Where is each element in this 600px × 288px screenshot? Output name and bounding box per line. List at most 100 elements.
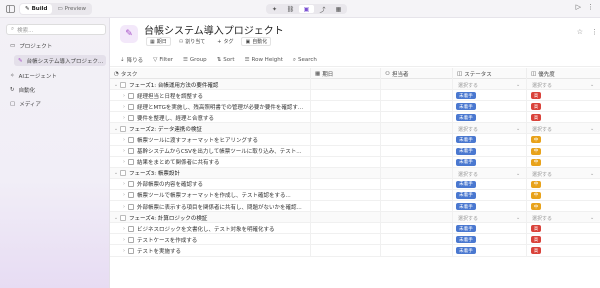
task-checkbox[interactable] [128,103,134,110]
chevron-right-icon[interactable]: › [120,237,128,243]
search-input[interactable]: 検索... [17,26,33,34]
sidebar-item-ai-agent[interactable]: ✧ AIエージェント [6,70,106,81]
task-name[interactable]: › 経理担当と日程を調整する [120,90,308,101]
due-cell[interactable] [310,201,380,213]
due-cell[interactable] [310,123,380,135]
due-cell[interactable] [310,245,380,257]
assignee-cell[interactable] [380,156,452,168]
task-name[interactable]: › 外部帳票に表示する項目を関係者に共有し、問題がないかを確認... [120,201,308,212]
column-header-due[interactable]: ▦ 期日 [310,68,380,79]
chevron-right-icon[interactable]: › [120,226,128,232]
chevron-down-icon[interactable]: ⌄ [590,126,594,132]
table-row[interactable]: › 要件を整理し、経理と合意する 未着手 高 [110,112,600,124]
preview-tab[interactable]: ▭ Preview [52,4,91,14]
table-row[interactable]: › 結果をまとめて関係者に共有する 未着手 中 [110,156,600,168]
task-checkbox[interactable] [128,181,134,188]
task-name[interactable]: › ビジネスロジックを文書化し、テスト対象を明確化する [120,223,308,234]
column-header-task[interactable]: ◔ タスク [110,68,310,79]
priority-badge[interactable]: 中 [531,158,541,166]
chevron-down-icon[interactable]: ⌄ [112,170,120,176]
task-checkbox[interactable] [128,203,134,210]
column-header-assignee[interactable]: ⚇ 担当者 [380,68,452,79]
status-badge[interactable]: 未着手 [456,92,476,100]
window-controls-icon[interactable] [6,5,15,13]
group-row[interactable]: ⌄ フェーズ1: 台帳運用方法の要件確認 選択する ⌄ 選択する ⌄ [110,79,600,91]
status-badge[interactable]: 未着手 [456,191,476,199]
priority-badge[interactable]: 高 [531,247,541,255]
priority-badge[interactable]: 高 [531,225,541,233]
assignee-cell[interactable] [380,112,452,124]
page-title[interactable]: 台帳システム導入プロジェクト [144,22,284,37]
chevron-down-icon[interactable]: ⌄ [516,215,520,221]
priority-badge[interactable]: 高 [531,114,541,122]
table-row[interactable]: › 帳票ツールに渡すフォーマットをヒアリングする 未着手 中 [110,134,600,146]
grid-icon[interactable]: ▦ [331,5,346,13]
group-button[interactable]: ☰ Group [183,57,207,63]
group-row[interactable]: ⌄ フェーズ3: 帳票設計 選択する ⌄ 選択する ⌄ [110,167,600,179]
task-name[interactable]: › テストを実施する [120,245,308,256]
priority-badge[interactable]: 高 [531,236,541,244]
task-checkbox[interactable] [128,148,134,155]
assignee-cell[interactable] [380,223,452,235]
assignee-cell[interactable] [380,245,452,257]
chevron-down-icon[interactable]: ⌄ [516,82,520,88]
chevron-down-icon[interactable]: ⌄ [590,82,594,88]
chevron-right-icon[interactable]: › [120,192,128,198]
chevron-right-icon[interactable]: › [120,93,128,99]
chevron-right-icon[interactable]: › [120,204,128,210]
status-badge[interactable]: 未着手 [456,136,476,144]
table-row[interactable]: › 外部帳票の内容を確認する 未着手 中 [110,178,600,190]
status-select[interactable]: 選択する [458,126,478,133]
task-name[interactable]: › テストケースを作成する [120,234,308,245]
due-cell[interactable] [310,167,380,179]
assignee-cell[interactable] [380,234,452,246]
task-checkbox[interactable] [120,214,126,221]
assignee-cell[interactable] [380,145,452,157]
due-cell[interactable] [310,178,380,190]
row-height-button[interactable]: ☰ Row Height [245,57,283,63]
assignee-cell[interactable] [380,123,452,135]
task-checkbox[interactable] [128,159,134,166]
more-icon[interactable]: ⋮ [591,28,598,36]
task-name[interactable]: › 帳票ツールに渡すフォーマットをヒアリングする [120,134,308,145]
task-checkbox[interactable] [120,170,126,177]
play-icon[interactable]: ▷ [576,3,581,11]
assignee-cell[interactable] [380,90,452,102]
group-name[interactable]: ⌄ フェーズ2: データ連携の検証 [112,123,308,134]
status-badge[interactable]: 未着手 [456,114,476,122]
search-button[interactable]: ⌕ Search [293,57,317,64]
filter-button[interactable]: ▽ Filter [153,57,173,63]
chevron-right-icon[interactable]: › [120,104,128,110]
priority-badge[interactable]: 中 [531,203,541,211]
status-badge[interactable]: 未着手 [456,158,476,166]
chevron-right-icon[interactable]: › [120,137,128,143]
assignee-cell[interactable] [380,178,452,190]
task-checkbox[interactable] [128,114,134,121]
more-icon[interactable]: ⋮ [587,3,594,11]
priority-select[interactable]: 選択する [532,171,552,178]
app-icon[interactable]: ▣ [299,5,314,13]
table-row[interactable]: › テストケースを作成する 未着手 高 [110,234,600,246]
task-checkbox[interactable] [128,136,134,143]
priority-badge[interactable]: 中 [531,136,541,144]
assignee-cell[interactable] [380,101,452,113]
priority-badge[interactable]: 中 [531,147,541,155]
chevron-down-icon[interactable]: ⌄ [590,171,594,177]
chevron-down-icon[interactable]: ⌄ [516,171,520,177]
table-row[interactable]: › 経理とMTGを実施し、残高照明書での管理が必要か要件を確認す... 未着手 高 [110,101,600,113]
column-header-priority[interactable]: ◫ 優先度 [526,68,600,79]
due-cell[interactable] [310,212,380,224]
assignee-cell[interactable] [380,212,452,224]
priority-select[interactable]: 選択する [532,126,552,133]
task-name[interactable]: › 外部帳票の内容を確認する [120,179,308,190]
due-cell[interactable] [310,112,380,124]
collapse-button[interactable]: ⇣ 降りる [120,56,143,64]
chevron-down-icon[interactable]: ⌄ [112,126,120,132]
status-badge[interactable]: 未着手 [456,103,476,111]
table-row[interactable]: › 帳票ツールで帳票フォーマットを作成し、テスト確認をする... 未着手 中 [110,189,600,202]
task-name[interactable]: › 基幹システムからCSVを出力して帳票ツールに取り込み、テスト... [120,146,308,157]
table-row[interactable]: › テストを実施する 未着手 高 [110,245,600,257]
assign-chip[interactable]: ⚇ 割り当て [175,37,210,46]
table-row[interactable]: › ビジネスロジックを文書化し、テスト対象を明確化する 未着手 高 [110,223,600,235]
assignee-cell[interactable] [380,79,452,90]
